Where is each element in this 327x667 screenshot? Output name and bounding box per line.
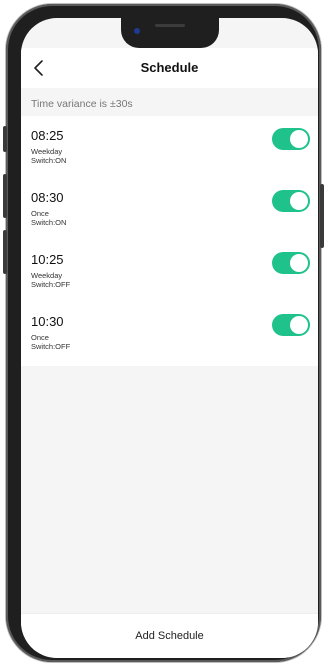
power-button (320, 184, 324, 248)
toggle-knob (290, 130, 308, 148)
page-title: Schedule (140, 60, 199, 75)
schedule-list: 08:25 Weekday Switch:ON 08:30 Once Switc… (21, 116, 318, 366)
notch (121, 18, 219, 48)
bottom-bar: Add Schedule (21, 613, 318, 658)
schedule-action: Switch:ON (31, 218, 67, 227)
phone-frame: Schedule Time variance is ±30s 08:25 Wee… (3, 4, 324, 662)
schedule-details: Once Switch:OFF (31, 333, 70, 351)
schedule-action: Switch:OFF (31, 280, 71, 289)
schedule-time: 10:30 (31, 314, 64, 329)
schedule-toggle[interactable] (272, 190, 310, 212)
header: Schedule (21, 48, 318, 88)
toggle-knob (290, 254, 308, 272)
schedule-repeat: Once (31, 333, 49, 342)
schedule-repeat: Weekday (31, 271, 63, 280)
schedule-details: Weekday Switch:ON (31, 147, 66, 165)
time-variance-text: Time variance is ±30s (31, 98, 133, 110)
schedule-repeat: Weekday (31, 147, 63, 156)
speaker (155, 24, 185, 27)
volume-down-button (3, 230, 7, 274)
schedule-time: 08:25 (31, 128, 64, 143)
chevron-left-icon (34, 60, 43, 76)
schedule-toggle[interactable] (272, 252, 310, 274)
schedule-toggle[interactable] (272, 314, 310, 336)
toggle-knob (290, 192, 308, 210)
schedule-item[interactable]: 08:25 Weekday Switch:ON (21, 116, 318, 178)
schedule-toggle[interactable] (272, 128, 310, 150)
add-schedule-button[interactable]: Add Schedule (21, 614, 318, 658)
schedule-time: 10:25 (31, 252, 64, 267)
schedule-action: Switch:ON (31, 156, 67, 165)
screen: Schedule Time variance is ±30s 08:25 Wee… (21, 18, 318, 658)
schedule-details: Weekday Switch:OFF (31, 271, 70, 289)
toggle-knob (290, 316, 308, 334)
schedule-time: 08:30 (31, 190, 64, 205)
schedule-item[interactable]: 10:25 Weekday Switch:OFF (21, 240, 318, 302)
back-button[interactable] (27, 56, 51, 80)
camera-icon (134, 28, 140, 34)
schedule-item[interactable]: 10:30 Once Switch:OFF (21, 302, 318, 364)
schedule-details: Once Switch:ON (31, 209, 66, 227)
side-button (3, 126, 7, 152)
schedule-action: Switch:OFF (31, 342, 71, 351)
volume-up-button (3, 174, 7, 218)
schedule-item[interactable]: 08:30 Once Switch:ON (21, 178, 318, 240)
schedule-repeat: Once (31, 209, 49, 218)
